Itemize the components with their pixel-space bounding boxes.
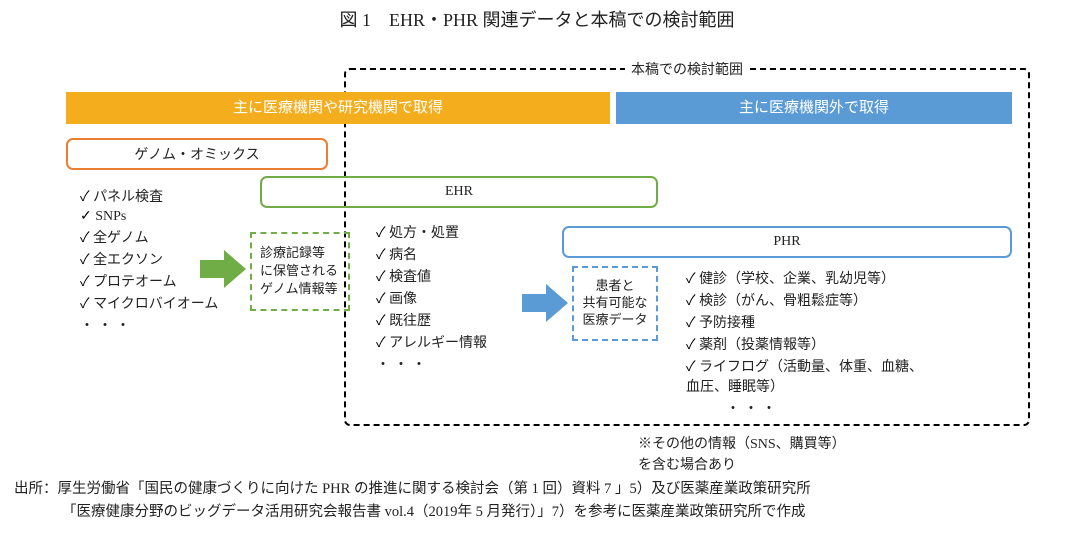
phr-box: PHR (562, 226, 1012, 258)
source: 出所：厚生労働省「国民の健康づくりに向けた PHR の推進に関する検討会（第 1… (0, 472, 1074, 524)
source-line: 「医療健康分野のビッグデータ活用研究会報告書 vol.4（2019年 5 月発行… (14, 501, 1060, 524)
ehr-item: 処方・処置 (376, 222, 546, 242)
genomics-box: ゲノム・オミックス (66, 138, 328, 170)
ehr-item: アレルギー情報 (376, 332, 546, 352)
ehr-item: 既往歴 (376, 310, 546, 330)
figure-title: 図 1 EHR・PHR 関連データと本稿での検討範囲 (0, 0, 1074, 32)
ehr-item: 画像 (376, 288, 546, 308)
bar-blue: 主に医療機関外で取得 (616, 92, 1012, 124)
ehr-box: EHR (260, 176, 658, 208)
arrow-green-icon (200, 250, 246, 288)
ehr-list: 処方・処置 病名 検査値 画像 既往歴 アレルギー情報 ・・・ (376, 220, 546, 374)
ehr-item: 病名 (376, 244, 546, 264)
phr-item: 薬剤（投薬情報等） (686, 334, 1026, 354)
genome-note: 診療記録等 に保管される ゲノム情報等 (250, 232, 350, 311)
share-note: 患者と 共有可能な 医療データ (572, 266, 658, 341)
phr-item: ライフログ（活動量、体重、血糖、 血圧、睡眠等） (686, 356, 1026, 396)
phr-item: 予防接種 (686, 312, 1026, 332)
ellipsis-icon: ・・・ (376, 354, 546, 374)
phr-item: 健診（学校、企業、乳幼児等） (686, 268, 1026, 288)
ellipsis-icon: ・・・ (80, 315, 280, 335)
source-line: 出所：厚生労働省「国民の健康づくりに向けた PHR の推進に関する検討会（第 1… (14, 478, 1060, 501)
diagram-canvas: 本稿での検討範囲 主に医療機関や研究機関で取得 主に医療機関外で取得 ゲノム・オ… (0, 32, 1074, 472)
footnote: ※その他の情報（SNS、購買等） を含む場合あり (638, 434, 846, 476)
phr-item: 検診（がん、骨粗鬆症等） (686, 290, 1026, 310)
ehr-item: 検査値 (376, 266, 546, 286)
scope-label: 本稿での検討範囲 (625, 59, 749, 79)
ellipsis-icon: ・・・ (726, 398, 1026, 418)
phr-list: 健診（学校、企業、乳幼児等） 検診（がん、骨粗鬆症等） 予防接種 薬剤（投薬情報… (686, 266, 1026, 418)
bar-orange: 主に医療機関や研究機関で取得 (66, 92, 610, 124)
arrow-blue-icon (522, 284, 568, 322)
genomics-item: パネル検査 (80, 186, 280, 206)
genomics-item: SNPs (80, 208, 280, 225)
